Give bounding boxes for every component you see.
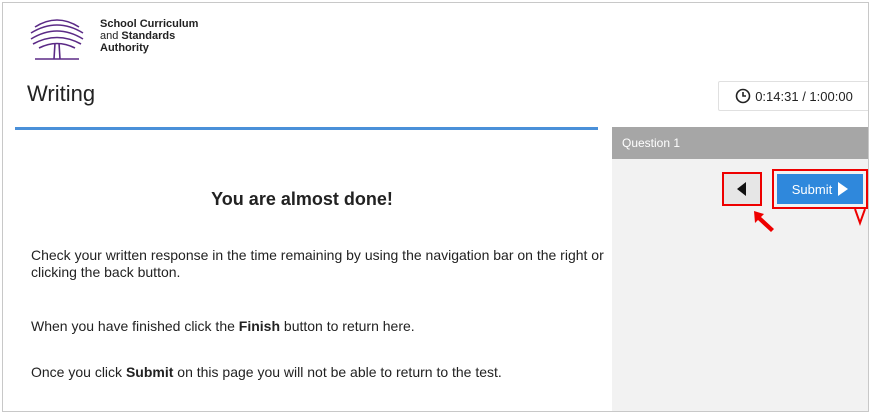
timer-separator: / [798,88,810,104]
instruction-submit-after: on this page you will not be able to ret… [173,364,502,380]
instruction-check-response: Check your written response in the time … [31,247,604,280]
org-line-3: Authority [100,42,149,54]
annotation-arrow-submit [854,209,866,226]
navigation-panel: Question 1 Submit [612,127,868,411]
submit-button-face: Submit [777,174,863,204]
org-line-2-prefix: and [100,30,122,42]
instruction-submit-before: Once you click [31,364,126,380]
progress-divider [15,127,598,130]
org-line-2-bold: Standards [121,30,176,42]
submit-button[interactable]: Submit [772,169,868,209]
timer-elapsed: 0:14:31 [755,88,799,104]
timer-display: 0:14:31 / 1:00:00 [718,81,868,111]
org-line-1: School Curriculum [100,18,199,30]
triangle-right-icon [838,182,849,196]
triangle-left-icon [737,182,746,196]
scsa-logo [27,13,87,63]
organization-name: School Curriculum and Standards Authorit… [100,18,198,54]
clock-icon [735,88,751,104]
instruction-finish: When you have finished click the Finish … [31,318,611,334]
instruction-finish-bold: Finish [238,318,281,334]
question-nav-item[interactable]: Question 1 [612,127,868,159]
app-window: School Curriculum and Standards Authorit… [2,2,869,412]
page-title: Writing [27,81,96,106]
annotation-arrow-back [754,211,774,232]
instruction-submit-warning: Once you click Submit on this page you w… [31,364,611,380]
instruction-finish-before: When you have finished click the [31,318,239,334]
instruction-finish-after: button to return here. [280,318,415,334]
completion-heading: You are almost done! [211,189,393,209]
back-button[interactable] [722,172,762,206]
instruction-submit-bold: Submit [125,364,174,380]
submit-label: Submit [791,181,833,197]
timer-total: 1:00:00 [809,88,853,104]
